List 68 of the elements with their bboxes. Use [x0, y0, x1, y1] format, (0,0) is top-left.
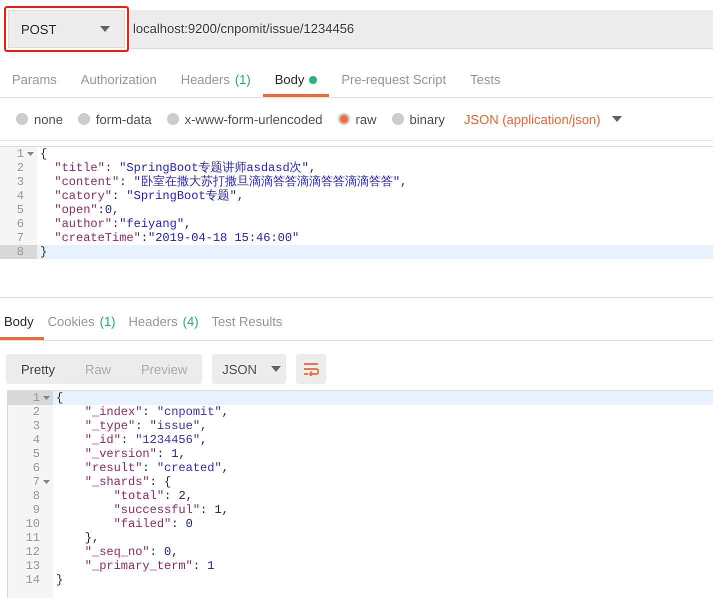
- code-line: },: [84, 531, 100, 545]
- line-number: 3: [16, 175, 24, 189]
- code-line: {: [55, 391, 64, 405]
- line-number: 2: [16, 161, 24, 175]
- line-number: 7: [16, 231, 24, 245]
- line-number: 5: [32, 447, 40, 461]
- fold-caret-icon[interactable]: [42, 480, 50, 484]
- line-number: 4: [16, 189, 24, 203]
- code-line: "_id": "1234456",: [84, 433, 208, 447]
- tab[interactable]: Body: [0, 306, 44, 340]
- radio-button[interactable]: [78, 113, 90, 125]
- line-number: 2: [32, 405, 40, 419]
- caret-icon: [612, 116, 622, 122]
- line-number: 9: [32, 503, 40, 517]
- line-number: 14: [26, 573, 40, 587]
- line-number: 10: [26, 517, 40, 531]
- radio-option[interactable]: form-data: [78, 112, 152, 126]
- code-line: {: [39, 147, 48, 161]
- radio-option[interactable]: x-www-form-urlencoded: [166, 112, 323, 126]
- line-number: 8: [32, 489, 40, 503]
- radio-option[interactable]: raw: [338, 112, 376, 126]
- line-number: 7: [32, 475, 40, 489]
- line-number: 4: [32, 433, 40, 447]
- code-line: "_shards": {: [84, 475, 172, 489]
- caret-icon: [100, 26, 110, 32]
- radio-button[interactable]: [16, 113, 28, 125]
- code-line: }: [39, 245, 48, 259]
- code-line: "result": "created",: [84, 461, 230, 475]
- code-line: "createTime":"2019-04-18 15:46:00": [53, 231, 300, 245]
- code-line: "title": "SpringBoot专题讲师asdasd次",: [53, 161, 318, 175]
- code-line: "_primary_term": 1: [84, 559, 216, 573]
- line-number: 6: [16, 217, 24, 231]
- line-number: 5: [16, 203, 24, 217]
- line-number: 6: [32, 461, 40, 475]
- caret-icon: [270, 366, 281, 372]
- code-line: "content": "卧室在撒大苏打撒旦滴滴答答滴滴答答滴滴答答",: [53, 175, 408, 189]
- view-mode-tab[interactable]: Pretty: [6, 354, 70, 384]
- format-dropdown[interactable]: JSON: [212, 354, 286, 384]
- tab[interactable]: Body: [262, 65, 330, 97]
- code-line: "catory": "SpringBoot专题",: [53, 189, 246, 203]
- fold-caret-icon[interactable]: [26, 152, 34, 156]
- line-number: 3: [32, 419, 40, 433]
- radio-option[interactable]: none: [16, 112, 63, 126]
- url-field[interactable]: localhost:9200/cnpomit/issue/1234456: [129, 10, 713, 48]
- wrap-icon: [303, 362, 320, 376]
- method-dropdown[interactable]: POST: [8, 10, 125, 48]
- radio-button[interactable]: [338, 113, 350, 125]
- line-number: 13: [26, 559, 40, 573]
- fold-caret-icon[interactable]: [42, 396, 50, 400]
- code-line: "_version": 1,: [84, 447, 187, 461]
- line-number: 12: [26, 545, 40, 559]
- code-line: "successful": 1,: [112, 503, 230, 517]
- line-number: 8: [16, 245, 24, 259]
- radio-button[interactable]: [392, 113, 404, 125]
- radio-option[interactable]: binary: [392, 112, 445, 126]
- code-line: "_index": "cnpomit",: [84, 405, 230, 419]
- line-number: 1: [32, 391, 40, 405]
- code-line: "failed": 0: [112, 517, 194, 531]
- code-line: "_type": "issue",: [84, 419, 208, 433]
- code-line: "total": 2,: [112, 489, 194, 503]
- wrap-lines-button[interactable]: [296, 354, 326, 384]
- line-number: 1: [16, 147, 24, 161]
- code-line: }: [55, 573, 64, 587]
- code-line: "author":"feiyang",: [53, 217, 192, 231]
- line-number: 11: [26, 531, 40, 545]
- radio-button[interactable]: [166, 113, 179, 125]
- code-line: "_seq_no": 0,: [84, 545, 180, 559]
- code-line: "open":0,: [53, 203, 120, 217]
